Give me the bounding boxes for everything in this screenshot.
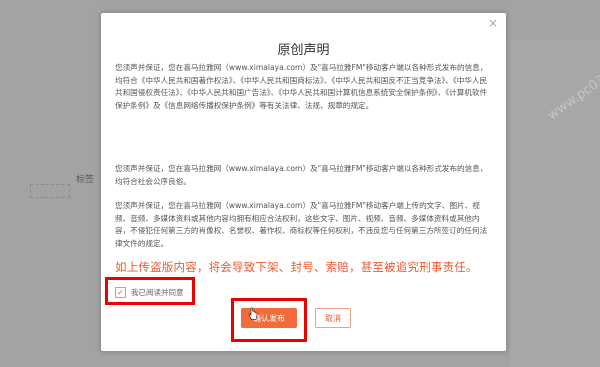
agree-label[interactable]: 我已阅读并同意 — [131, 287, 184, 298]
background-upload-box — [30, 184, 70, 198]
agree-checkbox-row[interactable]: ✓ 我已阅读并同意 — [115, 287, 184, 298]
hand-cursor-icon — [248, 307, 258, 320]
declaration-paragraph-2: 您须声并保证，您在喜马拉雅网（www.ximalaya.com）及"喜马拉雅FM… — [115, 164, 488, 186]
piracy-warning: 如上传盗版内容，将会导致下架、封号、索赔，甚至被追究刑事责任。 — [115, 260, 478, 274]
declaration-paragraph-1: 您须声并保证，您在喜马拉雅网（www.ximalaya.com）及"喜马拉雅FM… — [115, 63, 488, 110]
cancel-button[interactable]: 取消 — [315, 308, 351, 328]
close-icon[interactable]: × — [488, 16, 498, 30]
agree-checkbox[interactable]: ✓ — [115, 287, 126, 298]
background-label: 标签 — [76, 175, 95, 185]
declaration-paragraph-3: 您须声并保证，您在喜马拉雅网（www.ximalaya.com）及"喜马拉雅FM… — [115, 201, 488, 248]
cancel-label: 取消 — [325, 313, 341, 323]
dialog-title: 原创声明 — [277, 43, 330, 58]
